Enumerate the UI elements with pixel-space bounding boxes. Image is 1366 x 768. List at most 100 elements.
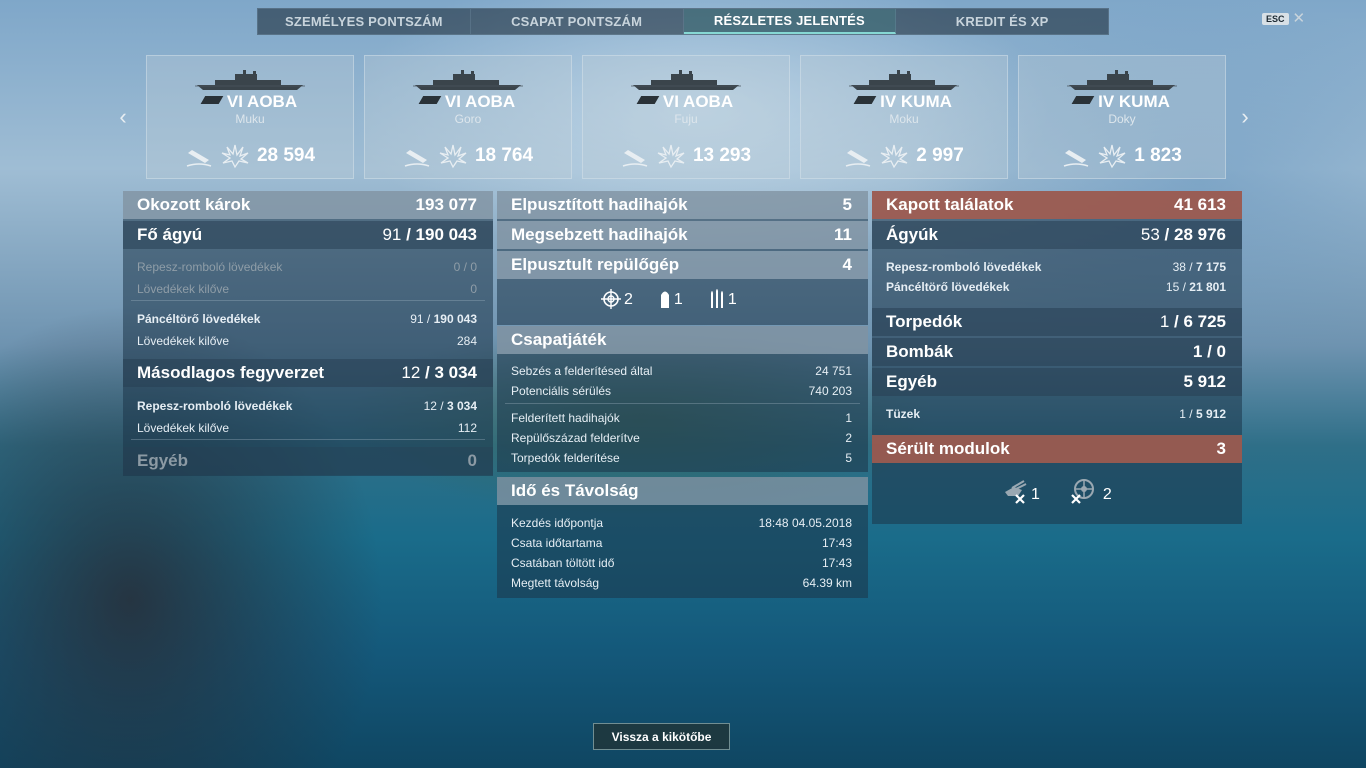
spotted-torpedoes-row: Torpedók felderítése 5 <box>497 448 868 468</box>
ship-card[interactable]: IV KUMA Moku 2 997 <box>800 55 1008 179</box>
ship-stats: 28 594 <box>147 143 353 169</box>
ship-name: KUMA <box>900 92 952 111</box>
torpedoes-received-row: Torpedók 1 / 6 725 <box>872 308 1242 336</box>
time-distance-header: Idő és Távolság <box>497 477 868 505</box>
kill-medal: 2 <box>601 289 633 309</box>
ap-main-fired-value: 284 <box>456 334 477 348</box>
tab-team-score[interactable]: CSAPAT PONTSZÁM <box>471 9 684 34</box>
ship-card[interactable]: IV KUMA Doky 1 823 <box>1018 55 1226 179</box>
ship-tier: VI <box>662 92 679 111</box>
ship-name: AOBA <box>683 92 734 111</box>
ship-tier: IV <box>880 92 897 111</box>
ship-stats: 1 823 <box>1019 143 1225 169</box>
ap-main-fired-label: Lövedékek kilőve <box>137 334 230 348</box>
ship-card[interactable]: VI AOBA Muku 28 594 <box>146 55 354 179</box>
close-control[interactable]: ESC ✕ <box>1262 11 1306 26</box>
sunk-ship-icon <box>1063 150 1089 167</box>
he-secondary-fired-value: 112 <box>457 421 477 435</box>
main-guns-row: Fő ágyú 91 / 190 043 <box>123 221 493 249</box>
distance-label: Megtett távolság <box>511 576 600 590</box>
gun-turret-damaged-icon <box>1005 480 1027 504</box>
ap-main-label: Páncéltörő lövedékek <box>137 312 261 326</box>
other-damage-label: Egyéb <box>137 451 189 470</box>
battle-duration-value: 17:43 <box>821 536 852 550</box>
damage-caused-panel: Okozott károk 193 077 Fő ágyú 91 / 190 0… <box>123 191 493 476</box>
time-distance-title: Idő és Távolság <box>511 481 639 500</box>
medal-icons: 2 1 1 <box>601 289 737 309</box>
guns-received-label: Ágyúk <box>886 225 938 244</box>
tab-detailed-report[interactable]: RÉSZLETES JELENTÉS <box>683 9 897 34</box>
divider <box>131 439 485 440</box>
close-icon[interactable]: ✕ <box>1293 11 1306 26</box>
report-tabs: SZEMÉLYES PONTSZÁM CSAPAT PONTSZÁM RÉSZL… <box>257 8 1109 35</box>
potential-damage-row: Potenciális sérülés 740 203 <box>497 381 868 401</box>
he-received-row: Repesz-romboló lövedékek 38 / 7 175 <box>872 257 1242 277</box>
esc-key-badge: ESC <box>1262 13 1289 25</box>
gun-module-count: 1 <box>1031 486 1040 503</box>
ship-silhouette-icon <box>849 70 959 90</box>
damage-caused-label: Okozott károk <box>137 195 251 214</box>
damaged-modules-value: 3 <box>1216 439 1226 458</box>
gun-module: 1 <box>1002 478 1040 504</box>
player-name: Doky <box>1108 112 1136 126</box>
ship-damage-value: 13 293 <box>692 145 752 166</box>
ship-damage-value: 18 764 <box>474 145 534 166</box>
spotted-squadrons-value: 2 <box>845 431 852 445</box>
he-secondary-label: Repesz-romboló lövedékek <box>137 399 293 413</box>
spotted-torpedoes-label: Torpedók felderítése <box>511 451 620 465</box>
potential-damage-label: Potenciális sérülés <box>511 384 612 398</box>
player-name: Muku <box>235 112 265 126</box>
other-received-value: 5 912 <box>1183 372 1226 391</box>
ap-received-label: Páncéltörő lövedékek <box>886 280 1010 294</box>
torpedoes-received-value: 1 / 6 725 <box>1159 312 1226 331</box>
shell-icon <box>660 291 669 308</box>
he-main-fired-row: Lövedékek kilőve 0 <box>123 279 493 299</box>
module-icons: 1 2 <box>1002 478 1112 504</box>
sunk-ship-icon <box>404 150 430 167</box>
next-arrow-icon[interactable]: › <box>1237 104 1253 130</box>
other-damage-row: Egyéb 0 <box>123 447 493 475</box>
spotted-ships-row: Felderített hadihajók 1 <box>497 408 868 428</box>
spotted-torpedoes-value: 5 <box>845 451 852 465</box>
time-distance-panel: Idő és Távolság Kezdés időpontja 18:48 0… <box>497 477 868 598</box>
time-in-battle-label: Csatában töltött idő <box>511 556 615 570</box>
nation-flag-icon <box>636 96 660 104</box>
hits-received-panel: Kapott találatok 41 613 Ágyúk 53 / 28 97… <box>872 191 1242 524</box>
secondary-row: Másodlagos fegyverzet 12 / 3 034 <box>123 359 493 387</box>
battle-stats-panel: Elpusztított hadihajók 5 Megsebzett hadi… <box>497 191 868 325</box>
other-received-row: Egyéb 5 912 <box>872 368 1242 396</box>
ship-silhouette-icon <box>413 70 523 90</box>
sunk-ship-icon <box>845 150 871 167</box>
torpedo-icon <box>710 289 723 308</box>
main-guns-label: Fő ágyú <box>137 225 203 244</box>
nation-flag-icon <box>200 96 224 104</box>
hits-received-header: Kapott találatok 41 613 <box>872 191 1242 219</box>
ship-title: IV KUMA <box>1019 92 1225 112</box>
ship-card[interactable]: VI AOBA Fuju 13 293 <box>582 55 790 179</box>
damaged-modules-header: Sérült modulok 3 <box>872 435 1242 463</box>
damaged-modules-label: Sérült modulok <box>886 439 1010 458</box>
ship-card[interactable]: VI AOBA Goro 18 764 <box>364 55 572 179</box>
ship-stats: 13 293 <box>583 143 789 169</box>
he-main-label: Repesz-romboló lövedékek <box>137 260 283 274</box>
back-to-port-button[interactable]: Vissza a kikötőbe <box>593 723 730 750</box>
tab-credits-xp[interactable]: KREDIT ÉS XP <box>896 9 1108 34</box>
ship-name: AOBA <box>465 92 516 111</box>
main-guns-value: 91 / 190 043 <box>382 225 477 244</box>
he-received-label: Repesz-romboló lövedékek <box>886 260 1042 274</box>
spotting-damage-value: 24 751 <box>815 364 852 378</box>
player-name: Moku <box>889 112 919 126</box>
prev-arrow-icon[interactable]: ‹ <box>115 104 131 130</box>
guns-received-value: 53 / 28 976 <box>1140 225 1226 244</box>
bombs-received-row: Bombák 1 / 0 <box>872 338 1242 366</box>
damage-burst-icon <box>1098 144 1126 169</box>
tab-personal-score[interactable]: SZEMÉLYES PONTSZÁM <box>258 9 471 34</box>
sunk-ship-icon <box>622 150 648 167</box>
ship-silhouette-icon <box>195 70 305 90</box>
nation-flag-icon <box>853 96 877 104</box>
sunk-ship-icon <box>186 150 212 167</box>
he-main-row: Repesz-romboló lövedékek 0 / 0 <box>123 257 493 277</box>
he-secondary-fired-label: Lövedékek kilőve <box>137 421 230 435</box>
teamplay-header: Csapatjáték <box>497 326 868 354</box>
ap-main-row: Páncéltörő lövedékek 91 / 190 043 <box>123 309 493 329</box>
